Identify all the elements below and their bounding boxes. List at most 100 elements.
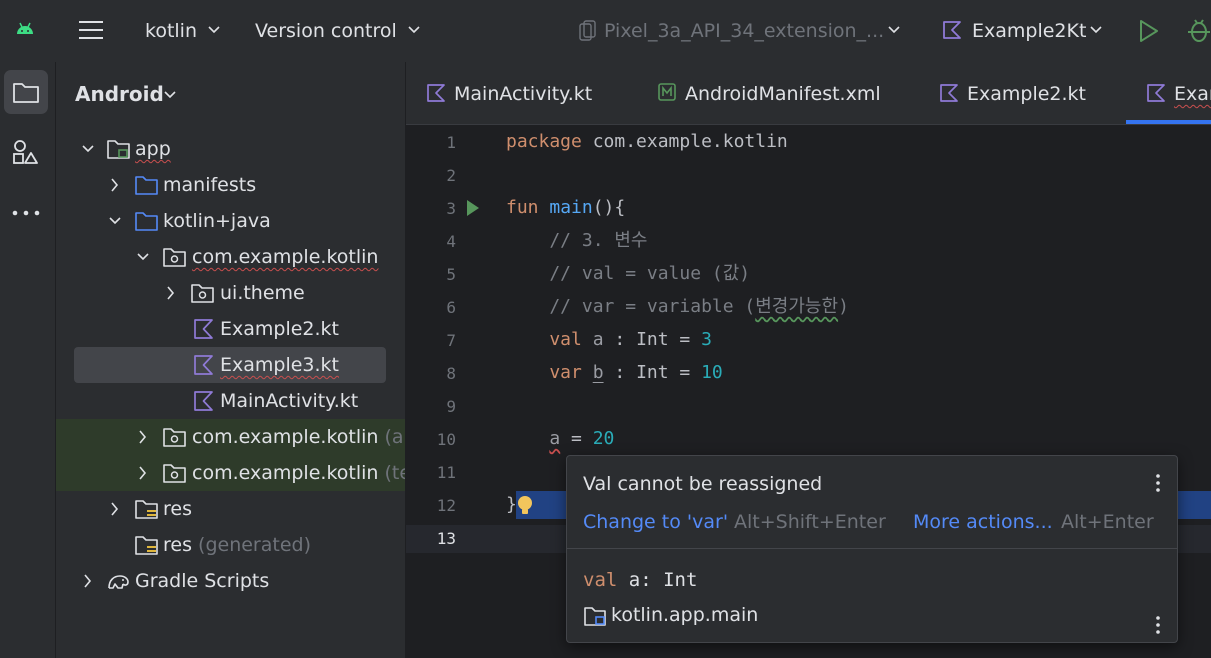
tab-label: AndroidManifest.xml	[685, 83, 881, 105]
chevron-down-icon[interactable]	[136, 246, 150, 268]
android-icon[interactable]	[16, 22, 34, 36]
tree-item-label: ui.theme	[220, 282, 305, 304]
tree-item-res-generated[interactable]: res (generated)	[56, 527, 405, 563]
package-icon	[163, 426, 187, 448]
chevron-down-icon	[888, 26, 900, 34]
project-view-selector[interactable]: Android	[75, 82, 164, 106]
line-number: 12	[436, 496, 456, 515]
active-tab-indicator	[1126, 120, 1211, 124]
comment-text: // var = variable (	[506, 296, 756, 317]
debug-icon[interactable]	[1187, 18, 1211, 44]
tree-item-suffix: (tes	[384, 462, 405, 484]
more-horizontal-icon	[12, 210, 40, 216]
tree-item-label: com.example.kotlin	[192, 246, 379, 268]
function-name: main	[538, 197, 593, 218]
tab-example3-active[interactable]: Exam	[1126, 62, 1211, 124]
comment-text: 변경가능한	[755, 296, 839, 317]
run-gutter-icon[interactable]	[466, 199, 480, 217]
code-text: com.example.kotlin	[581, 131, 788, 152]
run-config-selector[interactable]: Example2Kt	[972, 19, 1086, 43]
tree-item-manifests[interactable]: manifests	[56, 167, 405, 203]
project-selector[interactable]: kotlin	[145, 19, 197, 43]
more-actions-link[interactable]: More actions...	[913, 510, 1053, 534]
line-number: 2	[446, 166, 456, 185]
keyword: val	[583, 569, 618, 591]
tree-item-package-test[interactable]: com.example.kotlin (tes	[56, 455, 405, 491]
resource-folder-icon	[135, 534, 159, 556]
code-line-4: // 3. 변수	[506, 230, 648, 251]
more-vertical-icon[interactable]	[1156, 473, 1160, 493]
quick-fix-link[interactable]: Change to 'var'	[583, 510, 728, 534]
tree-item-mainactivity[interactable]: MainActivity.kt	[56, 383, 405, 419]
error-message: Val cannot be reassigned	[583, 473, 823, 495]
keyword: fun	[506, 197, 539, 218]
chevron-down-icon	[164, 91, 176, 99]
tree-item-suffix: (generated)	[198, 534, 311, 556]
tree-item-label: res	[163, 498, 192, 520]
line-number: 11	[436, 463, 456, 482]
device-selector[interactable]: Pixel_3a_API_34_extension_...	[604, 19, 884, 43]
chevron-right-icon[interactable]	[164, 282, 178, 304]
manifest-file-icon	[658, 83, 676, 101]
tree-item-package-androidtest[interactable]: com.example.kotlin (an	[56, 419, 405, 455]
tree-item-label: kotlin+java	[163, 210, 271, 232]
tool-window-strip	[0, 62, 56, 658]
more-vertical-icon[interactable]	[1156, 615, 1160, 635]
folder-icon	[13, 81, 39, 103]
tab-label: Exam	[1174, 83, 1211, 105]
tree-item-label: com.example.kotlin	[192, 426, 379, 448]
project-view-label: Android	[75, 82, 164, 106]
tab-androidmanifest[interactable]: AndroidManifest.xml	[636, 62, 916, 124]
tree-item-res[interactable]: res	[56, 491, 405, 527]
more-tool-windows-button[interactable]	[4, 190, 48, 234]
project-panel: Android app manifests kotlin+java com.ex…	[56, 62, 405, 658]
main-toolbar: kotlin Version control Pixel_3a_API_34_e…	[0, 0, 1211, 62]
number-literal: 20	[592, 428, 615, 449]
code-line-6: // var = variable (변경가능한)	[506, 296, 849, 318]
chevron-right-icon[interactable]	[136, 462, 150, 484]
variable-error: a	[549, 428, 561, 449]
line-number: 9	[446, 397, 456, 416]
chevron-down-icon[interactable]	[81, 138, 95, 160]
popup-divider	[567, 548, 1177, 549]
tree-item-gradle-scripts[interactable]: Gradle Scripts	[56, 563, 405, 599]
vcs-menu[interactable]: Version control	[255, 19, 397, 43]
lightbulb-icon[interactable]	[516, 495, 534, 517]
project-name: kotlin	[145, 20, 197, 42]
tab-label: MainActivity.kt	[454, 83, 593, 105]
chevron-right-icon[interactable]	[108, 498, 122, 520]
resource-manager-button[interactable]	[4, 130, 48, 174]
tree-item-example2[interactable]: Example2.kt	[56, 311, 405, 347]
code-text: :	[603, 362, 637, 383]
code-line-8: var b : Int = 10	[506, 362, 723, 384]
tree-item-label: MainActivity.kt	[220, 390, 359, 412]
kotlin-file-icon	[426, 83, 446, 103]
code-text: =	[668, 329, 702, 350]
tree-item-label: Example3.kt	[220, 354, 340, 376]
variable: a	[581, 329, 604, 350]
tree-item-app[interactable]: app	[56, 131, 405, 167]
project-tool-button[interactable]	[4, 70, 48, 114]
chevron-right-icon[interactable]	[81, 570, 95, 592]
tab-mainactivity[interactable]: MainActivity.kt	[406, 62, 636, 124]
tree-item-ui-theme[interactable]: ui.theme	[56, 275, 405, 311]
tree-item-kotlin-java[interactable]: kotlin+java	[56, 203, 405, 239]
number-literal: 10	[701, 362, 723, 383]
chevron-right-icon[interactable]	[136, 426, 150, 448]
comment-text: )	[838, 296, 849, 317]
main-menu-icon[interactable]	[79, 19, 103, 41]
line-number: 6	[446, 298, 456, 317]
package-icon	[163, 246, 187, 268]
chevron-right-icon[interactable]	[108, 174, 122, 196]
line-number: 10	[436, 430, 456, 449]
run-icon[interactable]	[1138, 19, 1160, 43]
line-number: 4	[446, 232, 456, 251]
folder-icon	[135, 174, 159, 196]
tab-example2[interactable]: Example2.kt	[916, 62, 1126, 124]
tree-item-example3[interactable]: Example3.kt	[56, 347, 405, 383]
tree-item-package[interactable]: com.example.kotlin	[56, 239, 405, 275]
type-name: Int	[636, 362, 669, 383]
chevron-down-icon[interactable]	[108, 210, 122, 232]
line-number: 13	[436, 529, 456, 548]
code-line-1: package com.example.kotlin	[506, 131, 788, 153]
